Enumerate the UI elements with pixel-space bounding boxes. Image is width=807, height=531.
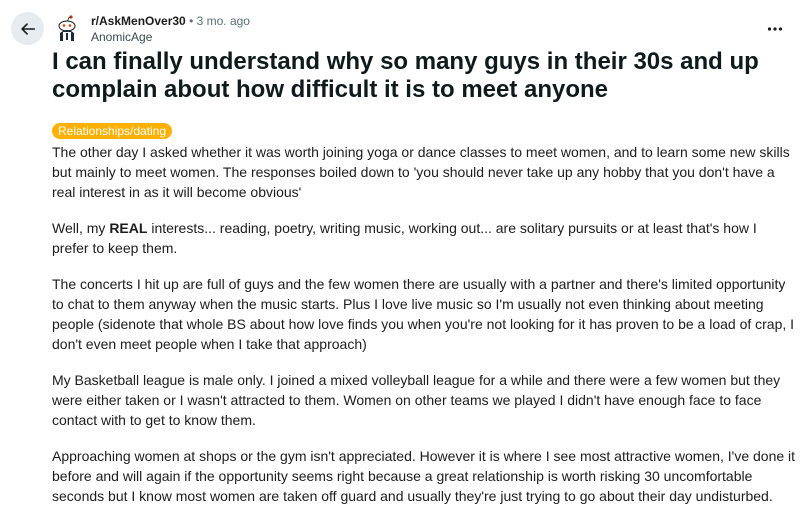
post-paragraph: Approaching women at shops or the gym is… xyxy=(52,448,796,504)
text-span: Well, my xyxy=(52,220,110,236)
text-span: interests... reading, poetry, writing mu… xyxy=(52,220,757,256)
arrow-left-icon xyxy=(20,22,35,35)
author-link[interactable]: AnomicAge xyxy=(91,29,250,45)
post-body: The other day I asked whether it was wor… xyxy=(52,142,797,522)
post-paragraph: The other day I asked whether it was wor… xyxy=(52,144,790,200)
post-title: I can finally understand why so many guy… xyxy=(52,48,759,103)
meta-separator: • xyxy=(189,14,194,28)
more-horizontal-icon xyxy=(767,27,783,31)
post-age: 3 mo. ago xyxy=(196,14,250,28)
back-button[interactable] xyxy=(11,12,44,45)
snoo-avatar-icon[interactable] xyxy=(52,13,82,43)
bold-text: REAL xyxy=(109,220,148,236)
post-paragraph: My Basketball league is male only. I joi… xyxy=(52,372,781,428)
post-paragraph: The concerts I hit up are full of guys a… xyxy=(52,276,795,352)
post-flair[interactable]: Relationships/dating xyxy=(52,123,173,139)
subreddit-link[interactable]: r/AskMenOver30 xyxy=(91,14,186,28)
more-options-button[interactable] xyxy=(760,18,790,40)
post-paragraph: Well, my REAL interests... reading, poet… xyxy=(52,218,797,258)
post-meta: r/AskMenOver30 • 3 mo. ago AnomicAge xyxy=(91,13,250,45)
